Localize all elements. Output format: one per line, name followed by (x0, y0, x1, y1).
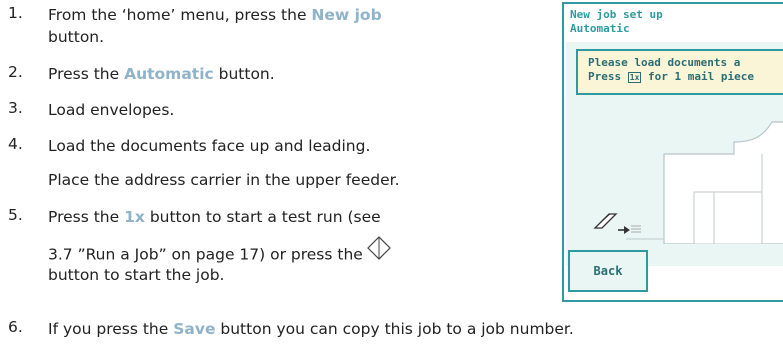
step-text: Press the Automatic button. (48, 65, 275, 83)
step-text: Load envelopes. (48, 101, 175, 119)
screen-message: Please load documents a Press 1x for 1 m… (576, 49, 783, 95)
step-text: From the ‘home’ menu, press the New job (48, 6, 382, 24)
step-text: Press the 1x button to start a test run … (48, 208, 381, 226)
step-text: Load the documents face up and leading. (48, 137, 371, 155)
diamond-start-icon (366, 236, 391, 266)
back-button[interactable]: Back (568, 250, 648, 292)
new-job-keyword: New job (311, 6, 382, 24)
device-screen: New job set up Automatic Please load doc… (562, 2, 783, 302)
step-number: 4. (8, 135, 23, 153)
document-feed-icon (593, 213, 641, 234)
step-number: 6. (8, 318, 23, 336)
step-text: If you press the Save button you can cop… (48, 320, 574, 338)
step-number: 2. (8, 63, 23, 81)
step-text-continued: Place the address carrier in the upper f… (48, 171, 400, 189)
step-number: 1. (8, 4, 23, 22)
onex-icon: 1x (627, 71, 642, 83)
step-text-continued: button. (48, 28, 105, 46)
screen-title: New job set up Automatic (570, 8, 783, 42)
save-keyword: Save (173, 320, 216, 338)
inserter-machine-illustration (593, 121, 783, 244)
onex-keyword: 1x (124, 208, 145, 226)
step-number: 5. (8, 206, 23, 224)
automatic-keyword: Automatic (124, 65, 214, 83)
step-number: 3. (8, 99, 23, 117)
